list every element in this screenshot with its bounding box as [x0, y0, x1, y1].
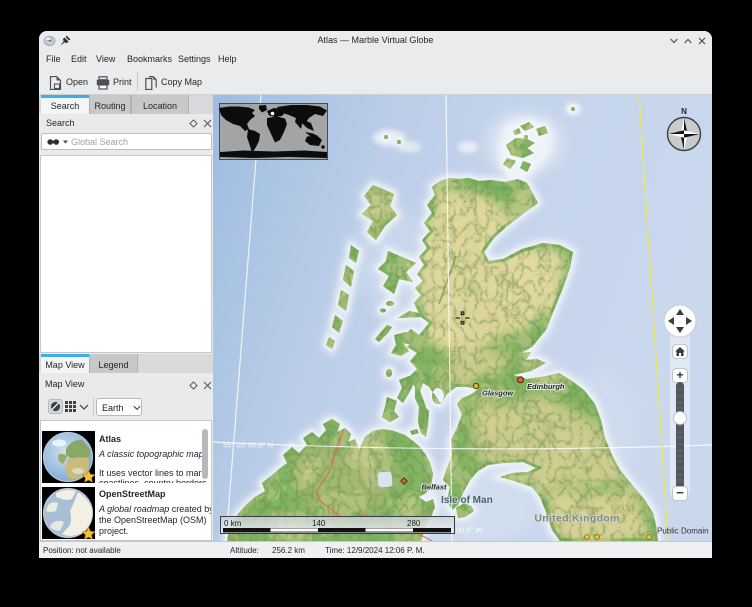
svg-text:Glasgow: Glasgow: [482, 389, 514, 398]
svg-text:N: N: [681, 107, 687, 116]
svg-text:Public Domain: Public Domain: [657, 527, 709, 536]
svg-text:United Kingdom: United Kingdom: [534, 513, 619, 525]
svg-text:Edinburgh: Edinburgh: [527, 382, 565, 391]
svg-text:00.0" W: 00.0" W: [456, 526, 483, 535]
svg-text:Belfast: Belfast: [422, 483, 448, 492]
svg-text:55° 00' 00.0" N: 55° 00' 00.0" N: [223, 441, 273, 450]
svg-text:Isle of Man: Isle of Man: [441, 495, 493, 506]
